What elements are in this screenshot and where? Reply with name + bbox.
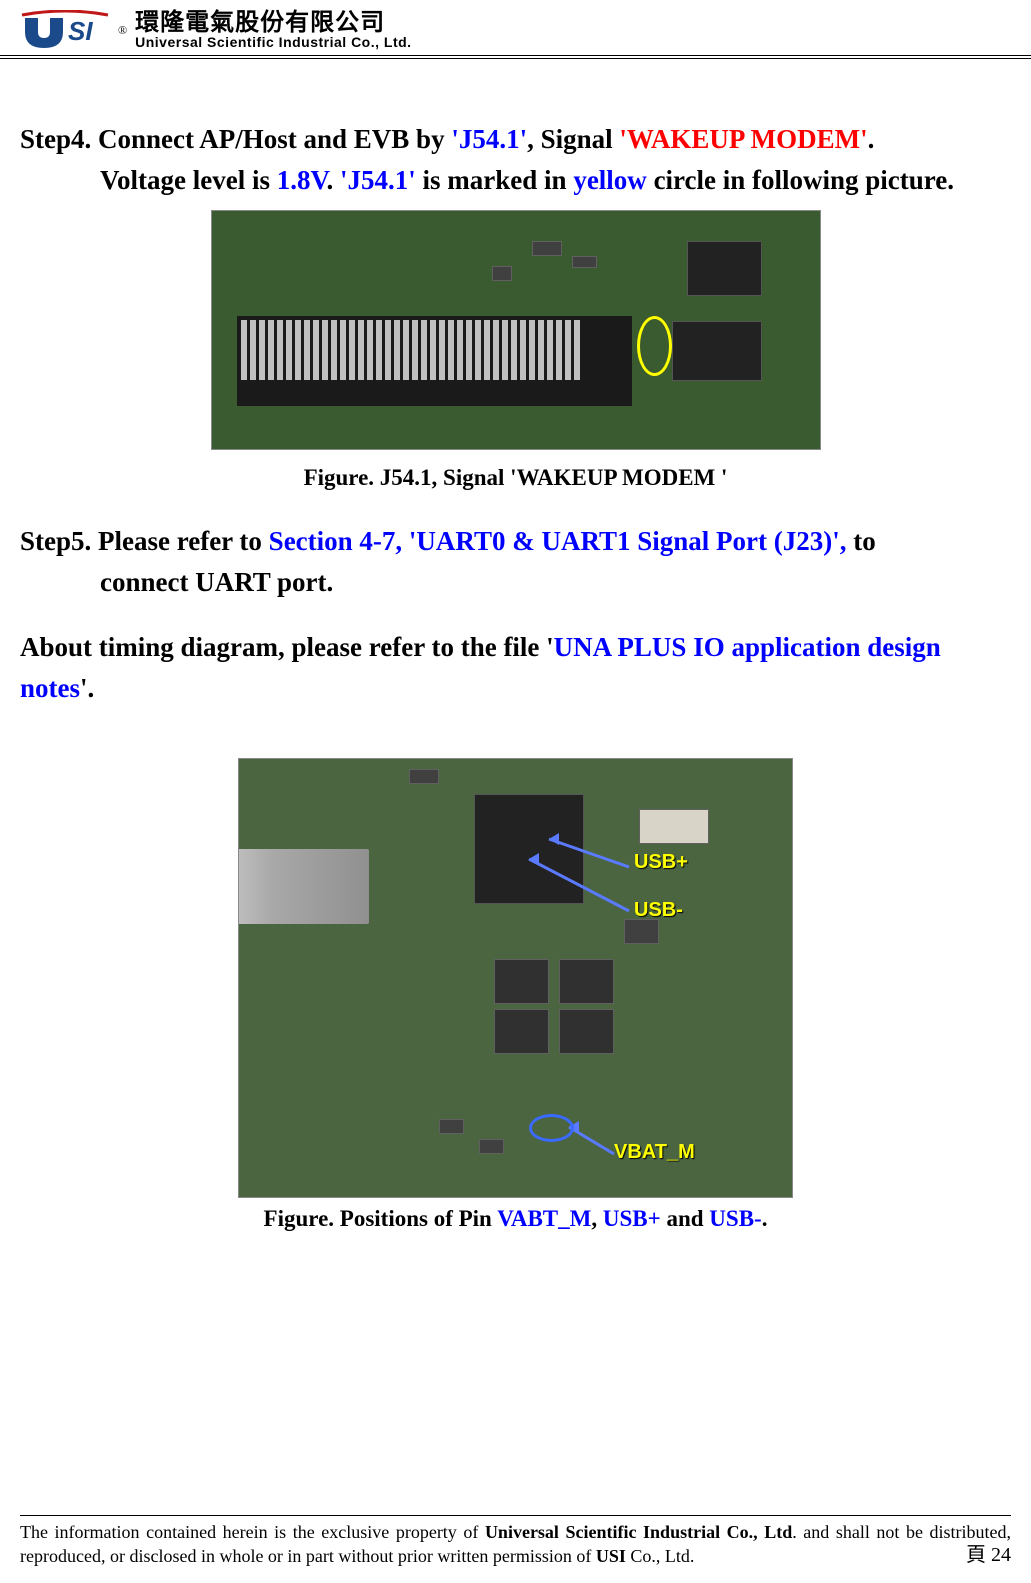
page-num-value: 24 — [991, 1544, 1011, 1566]
fig2-pre: Figure. Positions of Pin — [264, 1206, 498, 1231]
yellow-circle-marker — [637, 316, 672, 376]
step4-text-2: , Signal — [527, 124, 619, 154]
figure1-caption: Figure. J54.1, Signal 'WAKEUP MODEM ' — [20, 465, 1011, 491]
step4-l2-mid: . — [327, 165, 341, 195]
company-name-block: 環隆電氣股份有限公司 Universal Scientific Industri… — [135, 11, 411, 49]
usb-minus-label: USB- — [634, 899, 683, 922]
usb-plus-label: USB+ — [634, 851, 688, 874]
company-chinese: 環隆電氣股份有限公司 — [135, 11, 411, 35]
about-prefix: About timing diagram, please refer to th… — [20, 632, 554, 662]
fig2-c2: and — [661, 1206, 710, 1231]
step5-line2: connect UART port. — [20, 562, 1011, 603]
figure2-caption: Figure. Positions of Pin VABT_M, USB+ an… — [20, 1206, 1011, 1232]
about-suffix: '. — [80, 673, 94, 703]
reg-mark: ® — [118, 24, 127, 36]
company-english: Universal Scientific Industrial Co., Ltd… — [135, 35, 411, 49]
page-content: Step4. Connect AP/Host and EVB by 'J54.1… — [0, 59, 1031, 1282]
svg-text:SI: SI — [68, 16, 93, 46]
step5-section: Section 4-7, 'UART0 & UART1 Signal Port … — [269, 526, 854, 556]
footer-text: The information contained herein is the … — [20, 1521, 1011, 1568]
figure1-block: Figure. J54.1, Signal 'WAKEUP MODEM ' — [20, 210, 1011, 491]
step4-l2-end: circle in following picture. — [647, 165, 954, 195]
step4-paragraph: Step4. Connect AP/Host and EVB by 'J54.1… — [20, 119, 1011, 200]
logo-text: ® — [118, 24, 127, 36]
annotation-arrows — [239, 759, 792, 1197]
footer-usi: USI — [596, 1546, 626, 1566]
fig2-usbp: USB+ — [603, 1206, 661, 1231]
step5-prefix: Step5. Please refer to — [20, 526, 269, 556]
logo-area: SI ® 環隆電氣股份有限公司 Universal Scientific Ind… — [20, 10, 1011, 50]
fig2-usbm: USB- — [709, 1206, 761, 1231]
board-photo-2: USB+ USB- VBAT_M — [238, 758, 793, 1198]
about-paragraph: About timing diagram, please refer to th… — [20, 627, 1011, 708]
figure2-block: USB+ USB- VBAT_M Figure. Positions of Pi… — [20, 758, 1011, 1232]
step4-l2-mid2: is marked in — [416, 165, 574, 195]
footer-end: Co., Ltd. — [626, 1546, 695, 1566]
step4-j54-again: 'J54.1' — [340, 165, 416, 195]
page-number: 頁 24 — [966, 1542, 1011, 1568]
fig2-c1: , — [591, 1206, 603, 1231]
step4-text-1: Step4. Connect AP/Host and EVB by — [20, 124, 451, 154]
page-footer: The information contained herein is the … — [20, 1515, 1011, 1568]
step4-line2: Voltage level is 1.8V. 'J54.1' is marked… — [20, 160, 1011, 201]
page-prefix: 頁 — [966, 1544, 986, 1566]
footer-pre: The information contained herein is the … — [20, 1522, 485, 1542]
usi-logo-icon: SI — [20, 10, 110, 50]
step4-text-3: . — [868, 124, 875, 154]
step5-paragraph: Step5. Please refer to Section 4-7, 'UAR… — [20, 521, 1011, 602]
step4-voltage: 1.8V — [277, 165, 327, 195]
blue-circle-marker — [529, 1114, 574, 1142]
step4-yellow: yellow — [573, 165, 647, 195]
step4-l2-pre: Voltage level is — [100, 165, 277, 195]
step4-j54: 'J54.1' — [451, 124, 527, 154]
board-photo-1 — [211, 210, 821, 450]
step5-suffix: to — [853, 526, 876, 556]
step4-wakeup: 'WAKEUP MODEM' — [619, 124, 867, 154]
fig2-vabt: VABT_M — [497, 1206, 591, 1231]
fig2-end: . — [762, 1206, 768, 1231]
page-header: SI ® 環隆電氣股份有限公司 Universal Scientific Ind… — [0, 0, 1031, 59]
vbat-m-label: VBAT_M — [614, 1141, 695, 1164]
footer-company: Universal Scientific Industrial Co., Ltd — [485, 1522, 792, 1542]
